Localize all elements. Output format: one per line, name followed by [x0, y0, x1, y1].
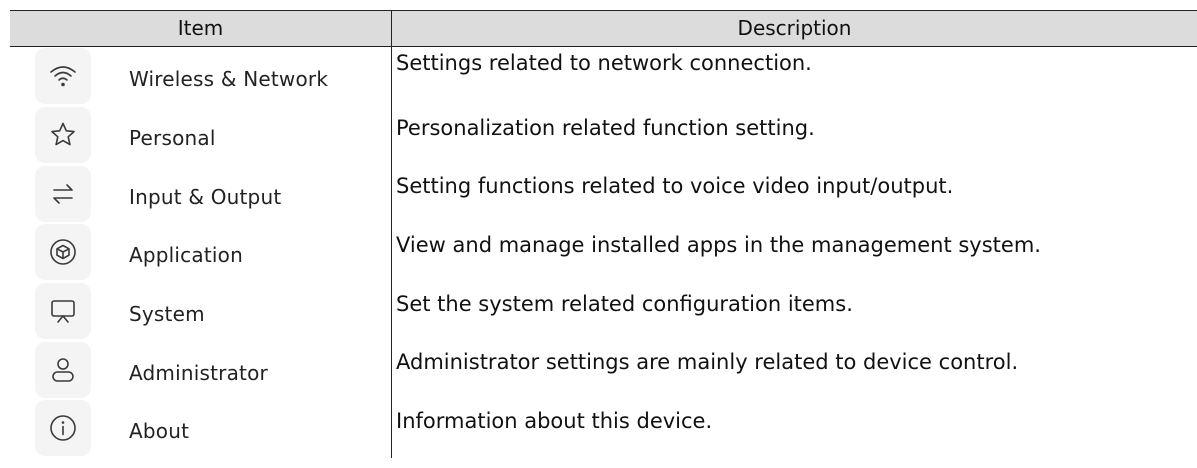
cube-icon: [34, 224, 91, 281]
row-description: Administrator settings are mainly relate…: [391, 340, 1197, 400]
row-name: Input & Output: [129, 184, 282, 209]
row-description: Setting functions related to voice video…: [391, 164, 1197, 224]
row-description: Settings related to network connection.: [391, 47, 1197, 106]
table-row: Wireless & Network Settings related to n…: [10, 47, 1197, 106]
row-name: System: [129, 302, 205, 327]
row-name: Administrator: [129, 360, 268, 385]
swap-arrows-icon: [34, 165, 91, 222]
star-icon: [34, 107, 91, 164]
row-name: Wireless & Network: [129, 67, 329, 92]
row-name: Personal: [129, 126, 216, 151]
header-description: Description: [391, 11, 1197, 46]
wifi-icon: [34, 48, 91, 105]
table-row: About Information about this device.: [10, 399, 1197, 458]
user-icon: [34, 341, 91, 398]
table-body: Wireless & Network Settings related to n…: [10, 47, 1197, 458]
row-description: Information about this device.: [391, 399, 1197, 458]
table-row: Application View and manage installed ap…: [10, 223, 1197, 282]
row-description: View and manage installed apps in the ma…: [391, 223, 1197, 282]
settings-table: Item Description Wireless & Network Sett…: [10, 10, 1197, 458]
table-row: Personal Personalization related functio…: [10, 105, 1197, 165]
row-description: Set the system related configuration ite…: [391, 281, 1197, 341]
row-name: About: [129, 419, 190, 444]
table-row: System Set the system related configurat…: [10, 281, 1197, 341]
monitor-icon: [34, 283, 91, 340]
info-icon: [34, 400, 91, 457]
row-name: Application: [129, 243, 243, 268]
table-row: Input & Output Setting functions related…: [10, 164, 1197, 224]
row-description: Personalization related function setting…: [391, 105, 1197, 165]
table-row: Administrator Administrator settings are…: [10, 340, 1197, 400]
table-header: Item Description: [10, 10, 1197, 47]
header-item: Item: [177, 16, 224, 40]
